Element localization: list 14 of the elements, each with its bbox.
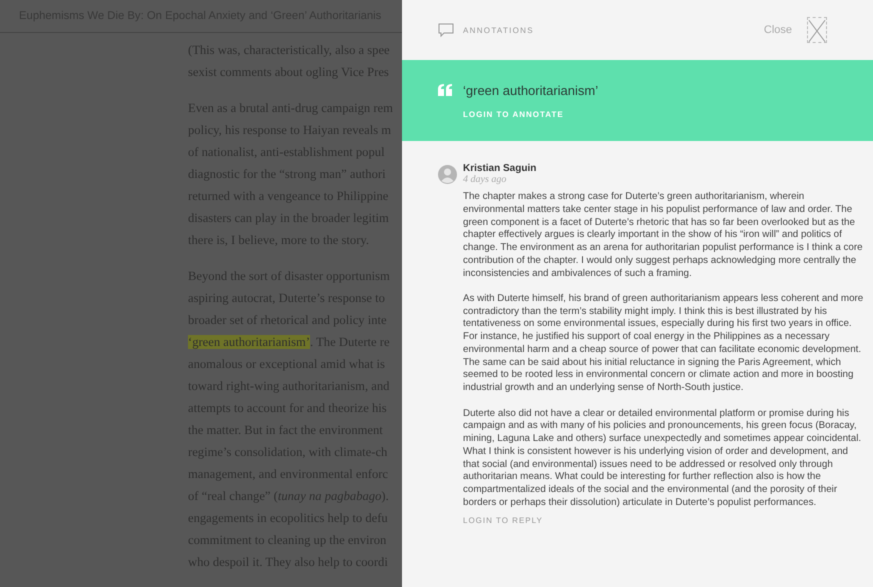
comment-icon	[438, 22, 454, 38]
comment-author: Kristian Saguin	[463, 163, 538, 174]
comment-paragraph: As with Duterte himself, his brand of green authoritarianism appears less coherent and more contradictory than the term’s stability might imply. I think this is best illustrated by his tentativeness on some environmental issues, especially during his first two years in office. For instance, he justified his support of coal energy in the Philippines as a necessary environmental harm and a cheap source of power that can facilitate economic development. The same can be said about his initial reluctance in signing the Paris Agreement, which seemed to be rooted less in environmental concern or climate action and more in boosting industrial growth and an underlying sense of North-South justice.	[463, 292, 864, 395]
comment-paragraph: Duterte also did not have a clear or detailed environmental platform or promise during his campaign and as with many of his policies and pronouncements, his green focus (Boracay, mining, Laguna Lake and others) surface unexpectedly and sometimes appear coincidental. What I think is consistent however is his underlying vision of order and development, and that social (and environmental) issues need to be addressed or resolved only through authoritarian means. What could be interesting for further reflection also is how the compartmentalized ideals of the social and the environmental (and the porosity of their borders or perhaps their dissolution) articulate in Duterte’s populist performances.	[463, 408, 862, 510]
login-to-annotate-link[interactable]: LOGIN TO ANNOTATE	[463, 110, 564, 118]
comment-time: 4 days ago	[463, 174, 508, 185]
panel-heading: ANNOTATIONS	[463, 26, 534, 34]
close-label: Close	[764, 24, 792, 36]
login-to-reply-link[interactable]: LOGIN TO REPLY	[463, 516, 543, 525]
quoted-text: ‘green authoritarianism’	[463, 82, 598, 98]
close-button[interactable]	[807, 17, 827, 43]
quote-icon	[438, 84, 453, 96]
comment-paragraph: The chapter makes a strong case for Duterte’s green authoritarianism, wherein environmental matters take center stage in his populist performance of law and order. The green component is a facet of Duterte’s rhetoric that has so far been overlooked but as the chapter effectively argues is clearly important in the show of his “iron will” and politics of change. The environment as an arena for authoritarian populist performance is I think a core contribution of the chapter. I would only suggest perhaps acknowledging more centrally the inconsistencies and ambivalences of such a framing.	[463, 191, 864, 280]
avatar-icon	[438, 165, 457, 184]
